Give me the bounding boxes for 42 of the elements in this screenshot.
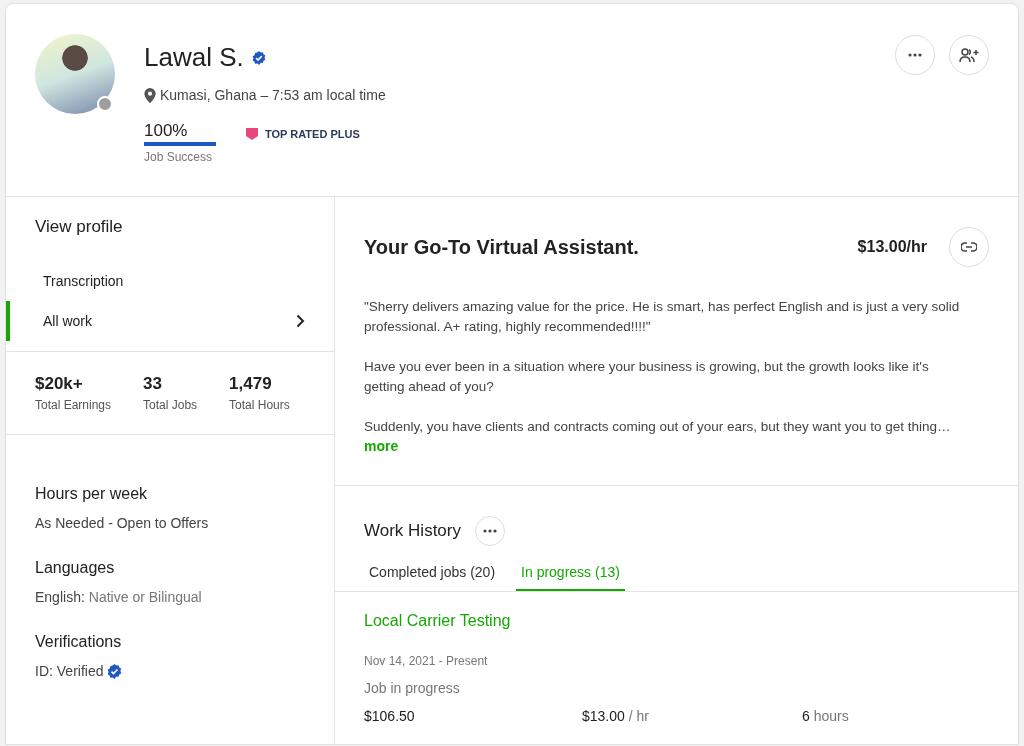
- shield-badge-icon: [245, 127, 259, 141]
- profile-title: Your Go-To Virtual Assistant.: [364, 235, 639, 259]
- verification-text: ID: Verified: [35, 663, 104, 679]
- stat-label: Total Earnings: [35, 398, 112, 412]
- more-icon: [483, 529, 497, 533]
- location-text: Kumasi, Ghana – 7:53 am local time: [160, 87, 386, 103]
- stat-label: Total Jobs: [143, 398, 198, 412]
- job-dates: Nov 14, 2021 - Present: [364, 654, 489, 668]
- work-history-tab[interactable]: Completed jobs (20): [364, 558, 501, 591]
- stat-value: 33: [143, 374, 163, 394]
- stat-label: Total Hours: [229, 398, 290, 412]
- verified-badge-icon: [107, 663, 123, 679]
- job-rate: $13.00 / hr: [582, 708, 650, 724]
- description-paragraph: Have you ever been in a situation where your business is growing, but the growth looks like it's getting ahead of you?: [364, 358, 930, 396]
- location-pin-icon: [144, 87, 156, 103]
- invite-button[interactable]: [949, 35, 989, 75]
- stat-value: $20k+: [35, 374, 84, 394]
- sidebar-item[interactable]: Transcription: [6, 261, 334, 301]
- section-title: Verifications: [35, 633, 123, 651]
- sidebar-item[interactable]: All work: [6, 301, 334, 341]
- language-text: English: Native or Bilingual: [35, 589, 203, 605]
- job-earnings: $106.50: [364, 708, 416, 724]
- more-icon: [908, 53, 922, 57]
- view-profile-title: View profile: [34, 217, 124, 237]
- section-title: Languages: [35, 559, 116, 577]
- job-status: Job in progress: [364, 680, 461, 696]
- hourly-rate: $13.00/hr: [857, 238, 927, 256]
- section-text: As Needed - Open to Offers: [35, 515, 210, 531]
- profile-name: Lawal S.: [144, 42, 244, 73]
- description-paragraph: "Sherry delivers amazing value for the price. He is smart, has perfect English and is just a very solid professional. A+ rating, highly recommended!!!!": [364, 298, 961, 336]
- add-users-icon: [959, 47, 979, 63]
- job-hours: 6 hours: [802, 708, 850, 724]
- section-title: Hours per week: [35, 485, 149, 503]
- link-icon: [961, 242, 977, 252]
- stat-value: 1,479: [229, 374, 273, 394]
- job-success-label: Job Success: [144, 150, 214, 164]
- job-success-value: 100%: [144, 121, 189, 141]
- chevron-right-icon: [296, 314, 305, 328]
- description-paragraph: Suddenly, you have clients and contracts coming out of your ears, but they want you to get thing…: [364, 418, 952, 436]
- work-history-title: Work History: [364, 521, 461, 541]
- copy-link-button[interactable]: [949, 227, 989, 267]
- top-rated-label: TOP RATED PLUS: [265, 128, 360, 140]
